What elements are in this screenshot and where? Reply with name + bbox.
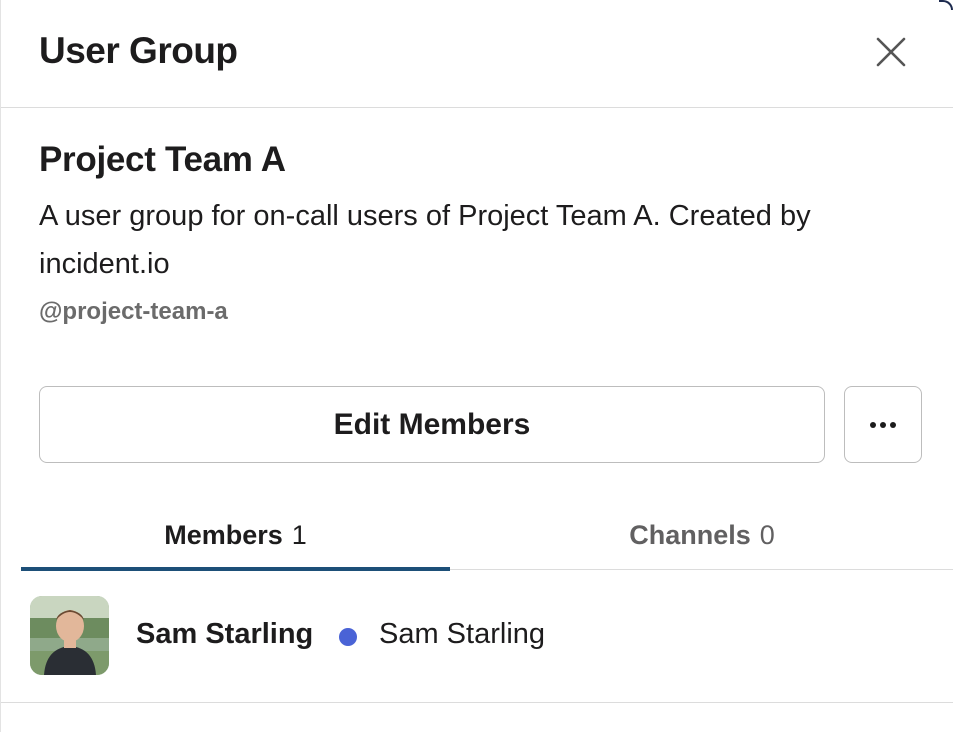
more-horizontal-icon (870, 421, 896, 428)
avatar[interactable] (30, 596, 109, 675)
edit-members-button[interactable]: Edit Members (39, 386, 825, 463)
group-name: Project Team A (39, 140, 286, 179)
avatar-photo (30, 596, 109, 675)
close-icon (876, 37, 906, 67)
tab-channels-label: Channels (629, 519, 751, 550)
more-actions-button[interactable] (844, 386, 922, 463)
tab-channels[interactable]: Channels 0 (450, 500, 953, 570)
close-button[interactable] (867, 32, 915, 76)
group-description: A user group for on-call users of Projec… (39, 200, 811, 280)
tab-bar: Members 1 Channels 0 (21, 500, 953, 571)
panel-header: User Group (1, 0, 953, 108)
tab-members-label: Members (164, 519, 283, 550)
tab-channels-count: 0 (759, 519, 775, 550)
group-handle: @project-team-a (39, 298, 228, 325)
member-name: Sam Starling (136, 618, 314, 650)
presence-status-dot (339, 628, 357, 646)
member-display-name: Sam Starling (379, 618, 546, 650)
panel-title: User Group (39, 30, 238, 71)
member-row[interactable]: Sam Starling Sam Starling (1, 570, 953, 703)
tab-members-count: 1 (291, 519, 307, 550)
tab-members[interactable]: Members 1 (21, 500, 450, 571)
edit-members-label: Edit Members (333, 407, 531, 441)
user-group-panel: User Group Project Team A A user group f… (0, 0, 953, 732)
